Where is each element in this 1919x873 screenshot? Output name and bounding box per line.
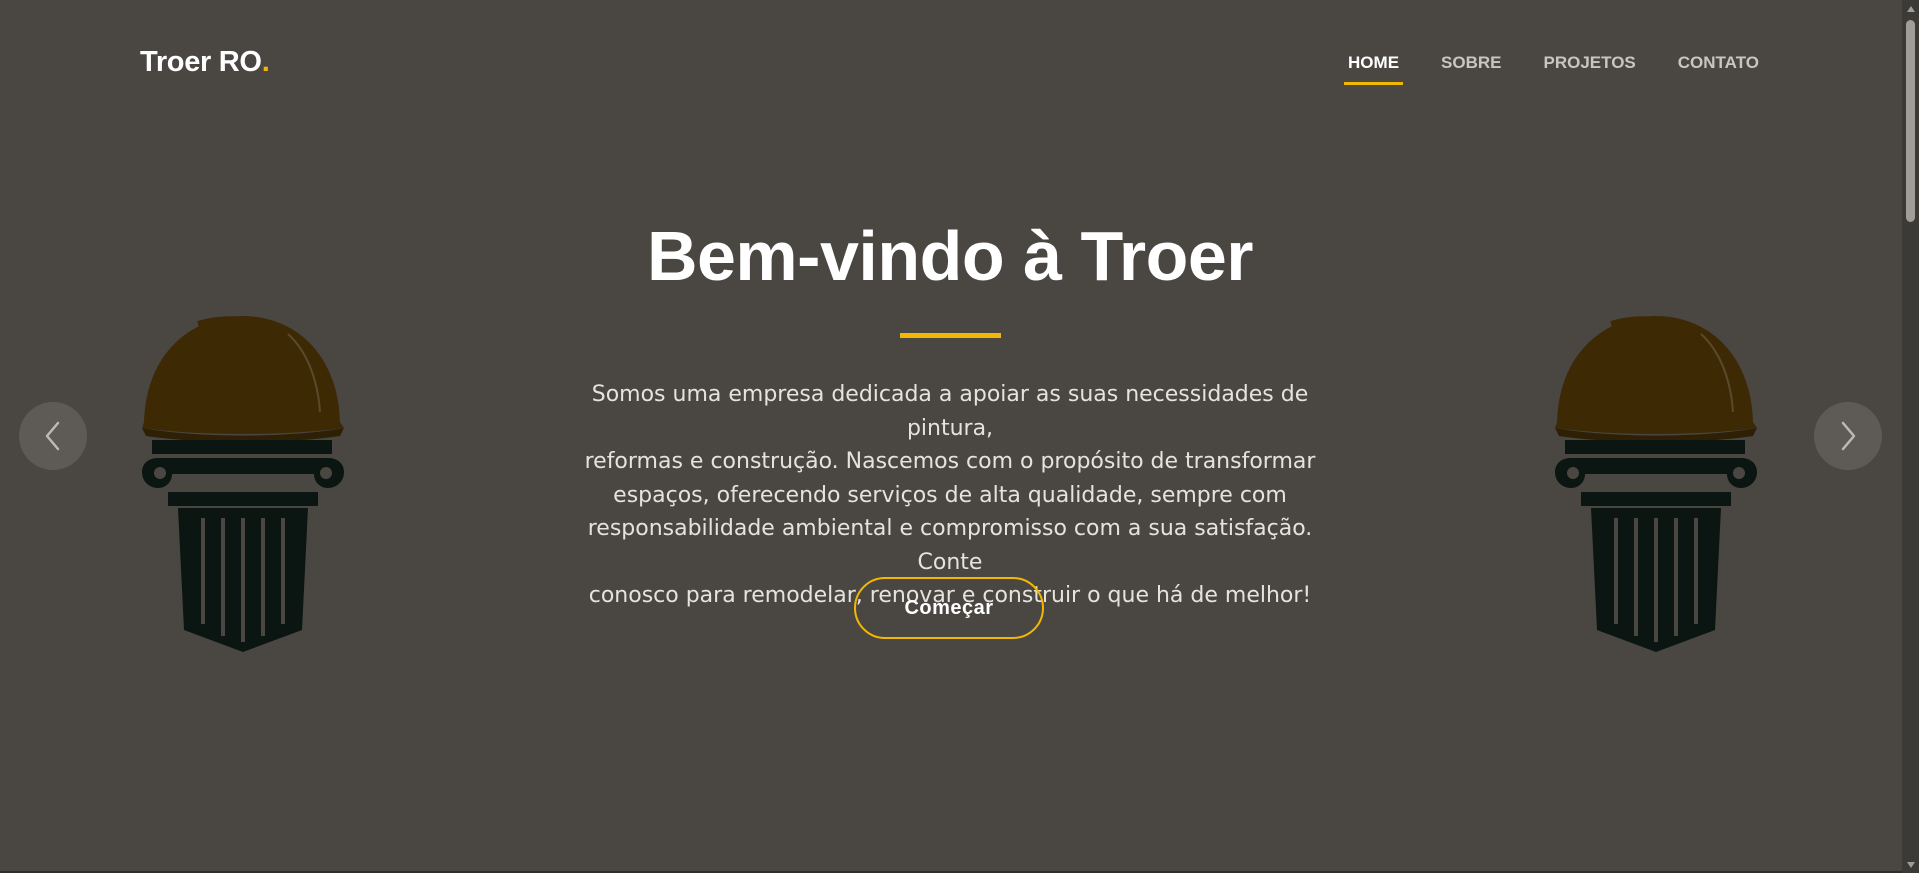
hero-description-line: reformas e construção. Nascemos com o pr… — [584, 449, 1316, 474]
brand-logo[interactable]: Troer RO. — [140, 46, 270, 79]
nav-item-home[interactable]: HOME — [1344, 53, 1404, 85]
scroll-up-icon[interactable] — [1902, 0, 1919, 17]
hero-title: Bem-vindo à Troer — [646, 217, 1254, 295]
carousel-next-button[interactable] — [1814, 402, 1882, 470]
scrollbar-thumb[interactable] — [1906, 20, 1915, 222]
helmet-column-icon — [1555, 316, 1757, 652]
hero-divider — [900, 333, 1001, 338]
brand-name: Troer RO — [140, 46, 262, 78]
carousel-prev-button[interactable] — [19, 402, 87, 470]
main-nav: HOME SOBRE PROJETOS CONTATO — [1306, 53, 1759, 85]
start-button[interactable]: Começar — [854, 577, 1044, 639]
hero-description-line: Somos uma empresa dedicada a apoiar as s… — [591, 382, 1309, 441]
nav-item-sobre[interactable]: SOBRE — [1441, 53, 1501, 85]
hero-description-line: espaços, oferecendo serviços de alta qua… — [613, 482, 1287, 508]
nav-item-contato[interactable]: CONTATO — [1678, 53, 1759, 85]
brand-dot: . — [261, 46, 270, 78]
page: Troer RO. HOME SOBRE PROJETOS CONTATO Be… — [0, 0, 1919, 873]
chevron-right-icon — [1841, 421, 1856, 451]
helmet-column-icon — [142, 316, 344, 652]
scroll-down-icon[interactable] — [1902, 856, 1919, 873]
vertical-scrollbar[interactable] — [1902, 0, 1919, 873]
chevron-left-icon — [45, 421, 60, 451]
nav-item-projetos[interactable]: PROJETOS — [1544, 53, 1636, 85]
hero-description-line: responsabilidade ambiental e compromisso… — [587, 516, 1313, 575]
